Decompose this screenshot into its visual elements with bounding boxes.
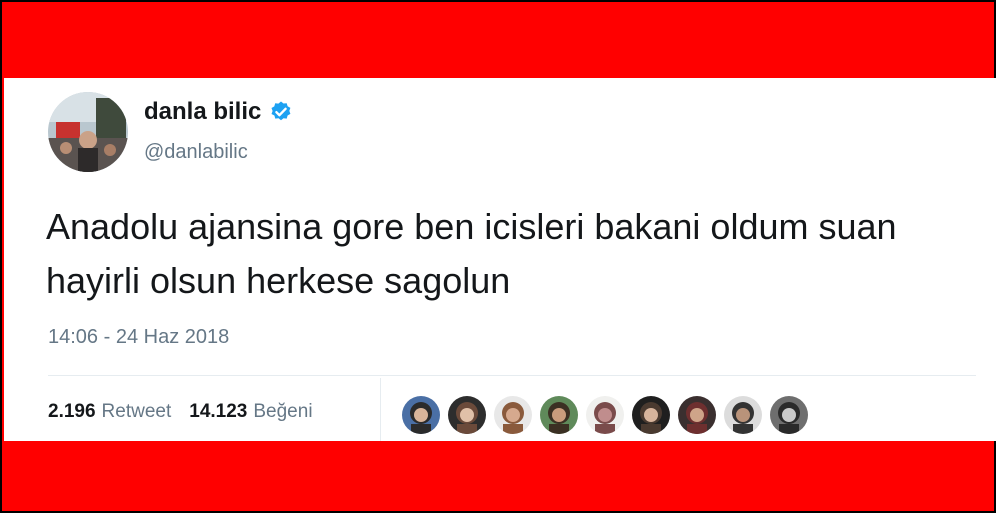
like-count[interactable]: 14.123 Beğeni [189, 401, 312, 423]
engagement-stats: 2.196 Retweet 14.123 Beğeni [48, 401, 331, 423]
divider [48, 375, 976, 376]
liker-avatar-4[interactable] [540, 396, 578, 434]
user-handle[interactable]: @danlabilic [144, 141, 248, 164]
tweet-text: Anadolu ajansina gore ben icisleri bakan… [46, 206, 897, 301]
liked-by-avatars [402, 396, 808, 434]
liker-avatar-7[interactable] [678, 396, 716, 434]
liker-avatar-8[interactable] [724, 396, 762, 434]
retweet-count[interactable]: 2.196 Retweet [48, 401, 171, 423]
stats-separator [380, 378, 381, 441]
liker-avatar-2[interactable] [448, 396, 486, 434]
like-count-number: 14.123 [189, 401, 248, 422]
verified-badge-icon [271, 101, 291, 121]
liker-avatar-3[interactable] [494, 396, 532, 434]
liker-avatar-6[interactable] [632, 396, 670, 434]
profile-avatar[interactable] [48, 92, 128, 172]
display-name[interactable]: danla bilic [144, 98, 261, 126]
tweet-timestamp[interactable]: 14:06 - 24 Haz 2018 [48, 326, 229, 349]
retweet-count-number: 2.196 [48, 401, 96, 422]
retweet-count-label: Retweet [101, 401, 172, 422]
liker-avatar-9[interactable] [770, 396, 808, 434]
liker-avatar-1[interactable] [402, 396, 440, 434]
red-frame: danla bilic @danlabilic Anadolu ajansina… [2, 2, 996, 511]
name-row: danla bilic [144, 98, 293, 126]
tweet-card: danla bilic @danlabilic Anadolu ajansina… [4, 78, 996, 441]
liker-avatar-5[interactable] [586, 396, 624, 434]
like-count-label: Beğeni [253, 401, 313, 422]
